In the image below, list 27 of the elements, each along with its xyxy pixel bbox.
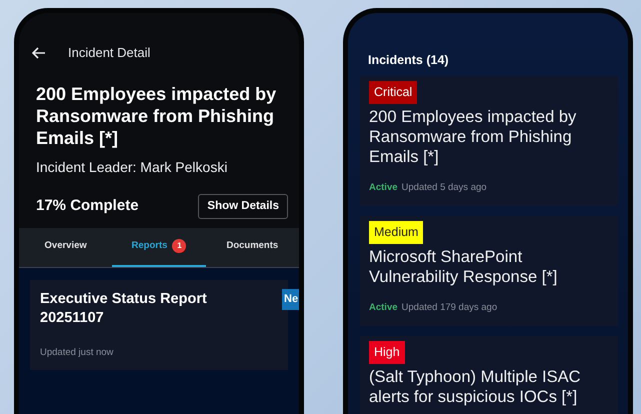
status-text: Active xyxy=(369,180,398,195)
updated-text: Updated just now xyxy=(40,346,114,360)
incident-title: 200 Employees impacted by Ransomware from Phishing Emails [*] xyxy=(369,106,578,167)
back-button[interactable] xyxy=(32,46,46,59)
severity-badge: Critical xyxy=(369,80,418,104)
screen-title: Incident Detail xyxy=(68,44,150,62)
show-details-button[interactable]: Show Details xyxy=(198,194,288,219)
incident-title: (Salt Typhoon) Multiple ISAC alerts for suspicious IOCs [*] xyxy=(369,367,582,408)
back-arrow-icon xyxy=(32,46,46,59)
incident-card[interactable]: Medium Microsoft SharePoint Vulnerability Response [*] Active Updated 179 days ago xyxy=(360,216,618,326)
incident-card[interactable]: High (Salt Typhoon) Multiple ISAC alerts for suspicious IOCs [*] xyxy=(360,336,618,414)
progress-text: 17% Complete xyxy=(36,196,139,216)
severity-badge: High xyxy=(369,341,405,364)
incident-leader: Incident Leader: Mark Pelkoski xyxy=(36,158,228,176)
tab[interactable]: Documents xyxy=(206,228,299,267)
status-text: Active xyxy=(369,301,398,315)
updated-text: Updated 5 days ago xyxy=(402,180,487,195)
incident-title: 200 Employees impacted by Ransomware from Phishing Emails [*] xyxy=(36,82,278,148)
updated-text: Updated 179 days ago xyxy=(402,301,498,315)
status-badge: Ne xyxy=(282,289,299,310)
report-title: Executive Status Report 20251107 xyxy=(40,290,208,328)
tab[interactable]: Overview xyxy=(19,228,112,267)
list-heading: Incidents (14) xyxy=(367,52,450,69)
count-badge: 1 xyxy=(172,238,186,253)
incident-title: Microsoft SharePoint Vulnerability Response [*] xyxy=(369,247,558,287)
incident-card[interactable]: Critical 200 Employees impacted by Ransomware from Phishing Emails [*] Active Updated 5 days ago xyxy=(360,76,618,206)
severity-badge: Medium xyxy=(369,221,424,244)
